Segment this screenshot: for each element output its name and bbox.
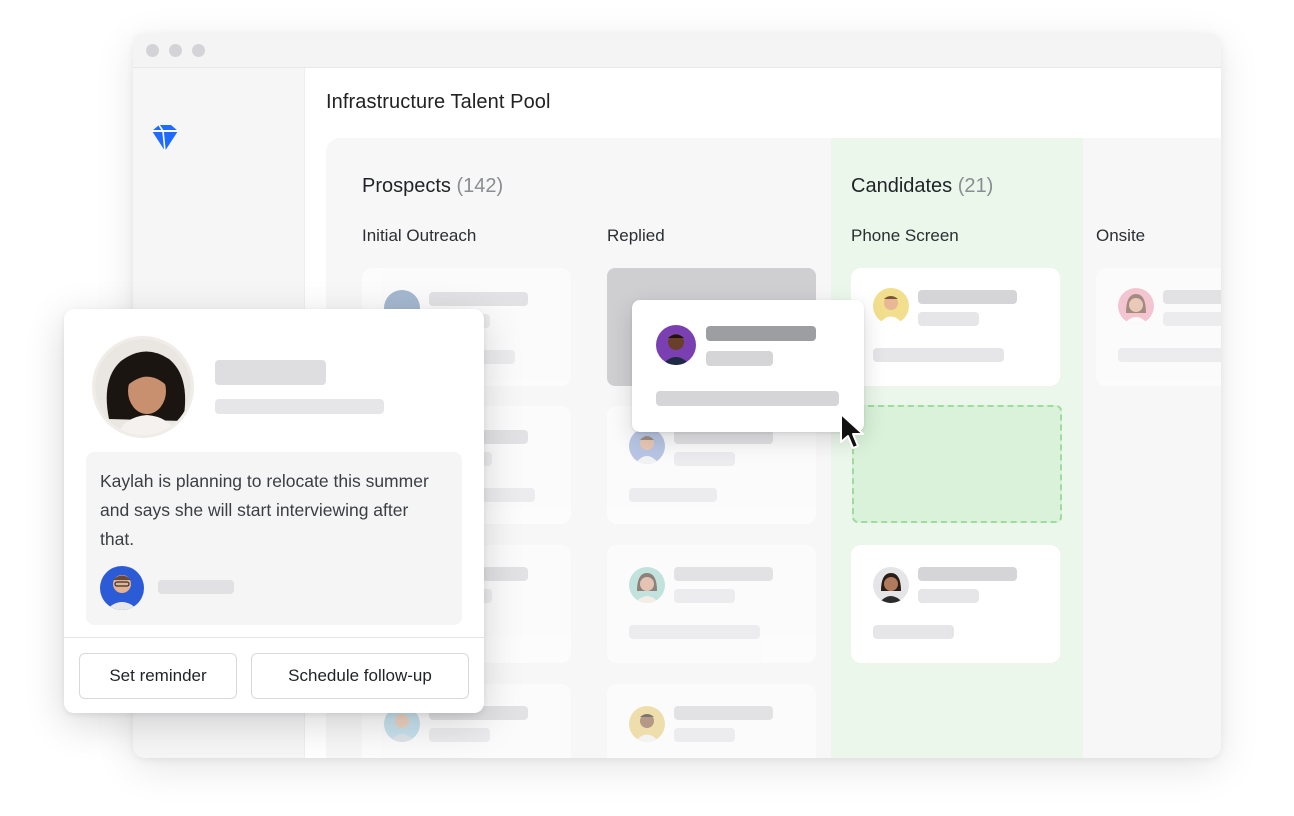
- diamond-logo-icon[interactable]: [148, 124, 182, 154]
- avatar: [629, 428, 665, 464]
- placeholder-bar: [215, 399, 384, 414]
- placeholder-bar: [873, 348, 1004, 362]
- candidate-note-popup: Kaylah is planning to relocate this summ…: [64, 309, 484, 713]
- candidate-card[interactable]: [607, 545, 816, 663]
- placeholder-bar: [674, 706, 773, 720]
- column-replied: Replied: [607, 226, 665, 245]
- window-titlebar: [133, 33, 1221, 68]
- placeholder-bar: [482, 430, 528, 444]
- placeholder-bar: [674, 728, 735, 742]
- placeholder-bar: [158, 580, 234, 594]
- placeholder-bar: [674, 452, 735, 466]
- placeholder-bar: [674, 567, 773, 581]
- schedule-follow-up-button[interactable]: Schedule follow-up: [251, 653, 469, 699]
- dragged-candidate-card[interactable]: [632, 300, 864, 432]
- window-control-dot[interactable]: [192, 44, 205, 57]
- avatar: [873, 288, 909, 324]
- placeholder-bar: [674, 589, 735, 603]
- candidate-avatar: [92, 336, 194, 438]
- column-initial-outreach: Initial Outreach: [362, 226, 477, 245]
- drop-target-zone[interactable]: [852, 405, 1062, 523]
- placeholder-bar: [629, 488, 717, 502]
- prospects-count: (142): [456, 175, 504, 197]
- page-title: Infrastructure Talent Pool: [326, 91, 551, 113]
- placeholder-bar: [706, 351, 773, 366]
- candidate-card[interactable]: [607, 684, 816, 758]
- candidates-label: Candidates: [851, 175, 953, 197]
- placeholder-bar: [918, 312, 979, 326]
- candidate-card[interactable]: [1096, 268, 1221, 386]
- avatar: [1118, 288, 1154, 324]
- set-reminder-button[interactable]: Set reminder: [79, 653, 237, 699]
- candidate-card[interactable]: [851, 268, 1060, 386]
- avatar: [873, 567, 909, 603]
- avatar: [656, 325, 696, 365]
- placeholder-bar: [918, 589, 979, 603]
- placeholder-bar: [429, 292, 528, 306]
- placeholder-bar: [1163, 312, 1221, 326]
- author-avatar: [100, 566, 144, 610]
- window-control-dot[interactable]: [146, 44, 159, 57]
- placeholder-bar: [629, 625, 760, 639]
- placeholder-bar: [674, 430, 773, 444]
- column-phone-screen: Phone Screen: [851, 226, 959, 245]
- placeholder-bar: [918, 567, 1017, 581]
- popup-divider: [64, 637, 484, 638]
- note-text: Kaylah is planning to relocate this summ…: [100, 471, 429, 549]
- placeholder-bar: [429, 728, 490, 742]
- candidates-stage-title: Candidates (21): [851, 175, 993, 198]
- screenshot-stage: Infrastructure Talent Pool Prospects (14…: [0, 0, 1294, 816]
- placeholder-bar: [706, 326, 816, 341]
- placeholder-bar: [215, 360, 326, 385]
- placeholder-bar: [482, 567, 528, 581]
- placeholder-bar: [918, 290, 1017, 304]
- candidate-card[interactable]: [851, 545, 1060, 663]
- note-box: Kaylah is planning to relocate this summ…: [86, 452, 462, 625]
- placeholder-bar: [656, 391, 839, 406]
- candidates-count: (21): [957, 175, 994, 197]
- column-onsite: Onsite: [1096, 226, 1146, 245]
- window-control-dot[interactable]: [169, 44, 182, 57]
- avatar: [629, 567, 665, 603]
- prospects-stage-title: Prospects (142): [362, 175, 503, 198]
- placeholder-bar: [873, 625, 954, 639]
- placeholder-bar: [1118, 348, 1221, 362]
- placeholder-bar: [482, 488, 535, 502]
- placeholder-bar: [1163, 290, 1221, 304]
- prospects-label: Prospects: [362, 175, 451, 197]
- avatar: [629, 706, 665, 742]
- mouse-pointer-icon: [840, 413, 864, 449]
